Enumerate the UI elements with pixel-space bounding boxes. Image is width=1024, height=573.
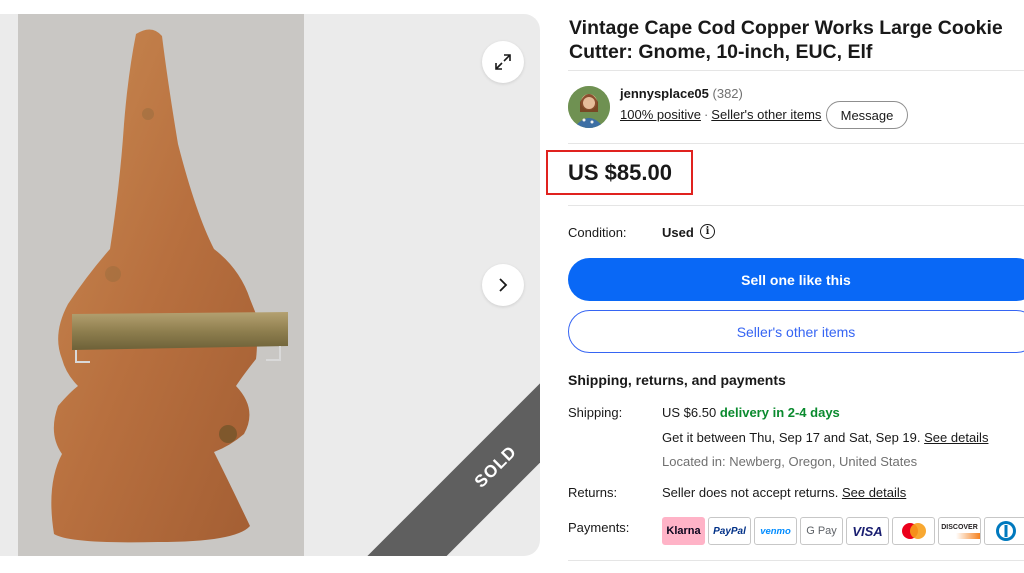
mastercard-logo — [892, 517, 935, 545]
seller-name-row: jennysplace05 (382) — [620, 86, 743, 101]
delivery-estimate: delivery in 2-4 days — [719, 405, 840, 420]
venmo-logo: venmo — [754, 517, 797, 545]
paypal-logo: PayPal — [708, 517, 751, 545]
chevron-right-icon — [499, 278, 508, 292]
divider — [568, 143, 1024, 144]
listing-details: Vintage Cape Cod Copper Works Large Cook… — [546, 0, 1024, 573]
returns-policy: Seller does not accept returns. — [662, 485, 839, 500]
mastercard-icon — [901, 523, 926, 539]
separator-dot: · — [703, 107, 709, 122]
sellers-other-items-button[interactable]: Seller's other items — [568, 310, 1024, 353]
avatar-photo — [568, 86, 610, 128]
shipping-cost-row: US $6.50 delivery in 2-4 days — [662, 405, 840, 420]
shipping-label: Shipping: — [568, 405, 623, 420]
discover-stripe — [939, 532, 980, 539]
divider — [568, 205, 1024, 206]
delivery-dates-row: Get it between Thu, Sep 17 and Sat, Sep … — [662, 430, 988, 445]
image-gallery: SOLD — [0, 14, 540, 556]
diners-club-logo — [984, 517, 1024, 545]
divider — [568, 560, 1024, 561]
expand-image-button[interactable] — [482, 41, 524, 83]
gnome-cookie-cutter-image — [51, 29, 288, 543]
returns-label: Returns: — [568, 485, 618, 500]
seller-feedback-score[interactable]: (382) — [713, 86, 743, 101]
listing-title: Vintage Cape Cod Copper Works Large Cook… — [569, 17, 1003, 63]
seller-other-items-link[interactable]: Seller's other items — [711, 107, 821, 122]
item-price: US $85.00 — [568, 160, 672, 185]
seller-links: 100% positive·Seller's other items· — [620, 107, 832, 122]
returns-see-details-link[interactable]: See details — [842, 485, 906, 500]
sell-one-like-this-button[interactable]: Sell one like this — [568, 258, 1024, 301]
condition-value: Used — [662, 225, 694, 240]
message-seller-button[interactable]: Message — [826, 101, 908, 129]
condition-label: Condition: — [568, 225, 627, 240]
seller-card: jennysplace05 (382) 100% positive · Seller… — [568, 86, 1024, 130]
shipping-see-details-link[interactable]: See details — [924, 430, 988, 445]
discover-logo: DISCOVER — [938, 517, 981, 545]
discover-wordmark: DISCOVER — [941, 523, 978, 531]
seller-avatar[interactable] — [568, 86, 610, 128]
next-image-button[interactable] — [482, 264, 524, 306]
seller-username[interactable]: jennysplace05 — [620, 86, 709, 101]
returns-row: Seller does not accept returns. See deta… — [662, 485, 906, 500]
shipping-cost: US $6.50 — [662, 405, 717, 420]
shipping-section-heading: Shipping, returns, and payments — [568, 372, 786, 388]
feedback-link[interactable]: 100% positive — [620, 107, 701, 122]
divider — [568, 70, 1024, 71]
expand-icon — [495, 54, 511, 70]
visa-logo: VISA — [846, 517, 889, 545]
info-icon[interactable]: i — [700, 224, 715, 239]
google-pay-logo: G Pay — [800, 517, 843, 545]
sold-ribbon: SOLD — [363, 334, 540, 556]
delivery-dates: Get it between Thu, Sep 17 and Sat, Sep … — [662, 430, 921, 445]
diners-club-icon — [995, 521, 1016, 541]
payments-label: Payments: — [568, 520, 630, 535]
item-location: Located in: Newberg, Oregon, United Stat… — [662, 454, 918, 469]
klarna-logo: Klarna — [662, 517, 705, 545]
payment-methods: Klarna PayPal venmo G Pay VISA DISCOVER — [662, 517, 1024, 545]
